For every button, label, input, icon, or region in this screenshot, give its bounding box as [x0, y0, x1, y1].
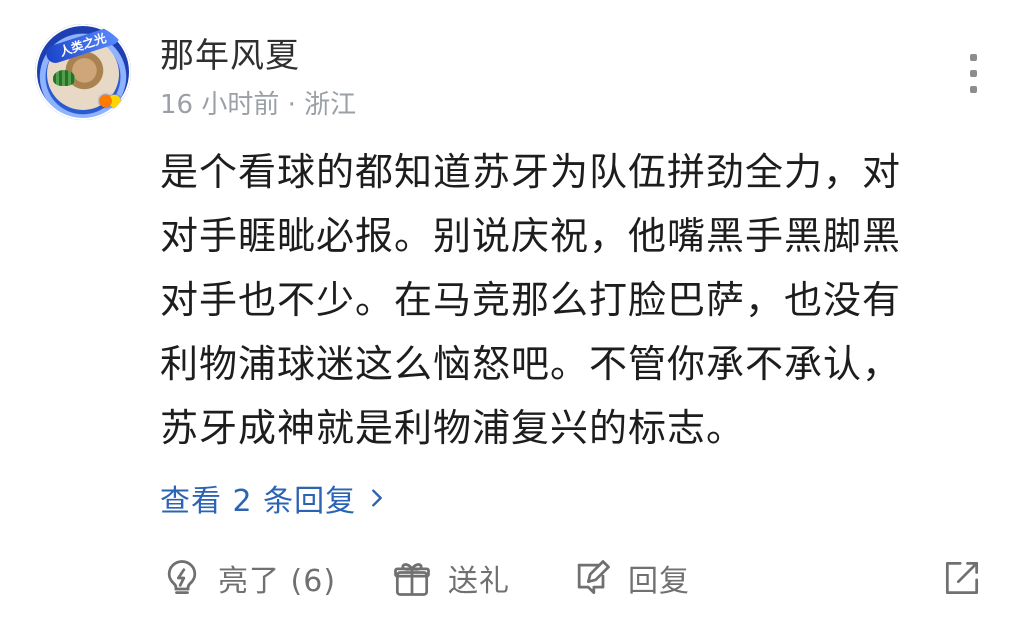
comment-line: 对手睚眦必报。别说庆祝，他嘴黑手黑脚黑: [160, 214, 902, 258]
view-replies-link[interactable]: 查看 2 条回复: [160, 476, 388, 520]
comment-line: 利物浦球迷这么恼怒吧。不管你承不承认，: [160, 342, 902, 386]
gift-label: 送礼: [448, 564, 510, 599]
reply-label: 回复: [628, 564, 690, 599]
watermelon-image: [53, 70, 75, 86]
comment-meta: 16 小时前 · 浙江: [160, 90, 357, 120]
like-label: 亮了 (6): [218, 564, 337, 599]
butterfly-icon: [99, 92, 121, 110]
comment-text: 是个看球的都知道苏牙为队伍拼劲全力，对 对手睚眦必报。别说庆祝，他嘴黑手黑脚黑 …: [160, 140, 1000, 460]
username[interactable]: 那年风夏: [160, 28, 300, 77]
more-options-icon[interactable]: [961, 54, 985, 102]
comment-line: 是个看球的都知道苏牙为队伍拼劲全力，对: [160, 150, 902, 194]
comment-line: 对手也不少。在马竞那么打脸巴萨，也没有: [160, 278, 902, 322]
lightbulb-icon: [167, 560, 197, 595]
edit-reply-icon: [577, 560, 610, 595]
share-button[interactable]: [940, 548, 984, 608]
avatar[interactable]: 人类之光: [35, 24, 131, 120]
view-replies-label: 查看 2 条回复: [160, 484, 357, 519]
gift-icon: [394, 563, 430, 596]
share-icon: [945, 561, 979, 595]
chevron-right-icon: [372, 489, 383, 507]
reply-button[interactable]: 回复: [570, 548, 690, 608]
comment-actions: 亮了 (6) 送礼 回复: [160, 548, 984, 608]
comment-line: 苏牙成神就是利物浦复兴的标志。: [160, 406, 746, 450]
gift-button[interactable]: 送礼: [390, 548, 510, 608]
like-button[interactable]: 亮了 (6): [160, 548, 336, 608]
